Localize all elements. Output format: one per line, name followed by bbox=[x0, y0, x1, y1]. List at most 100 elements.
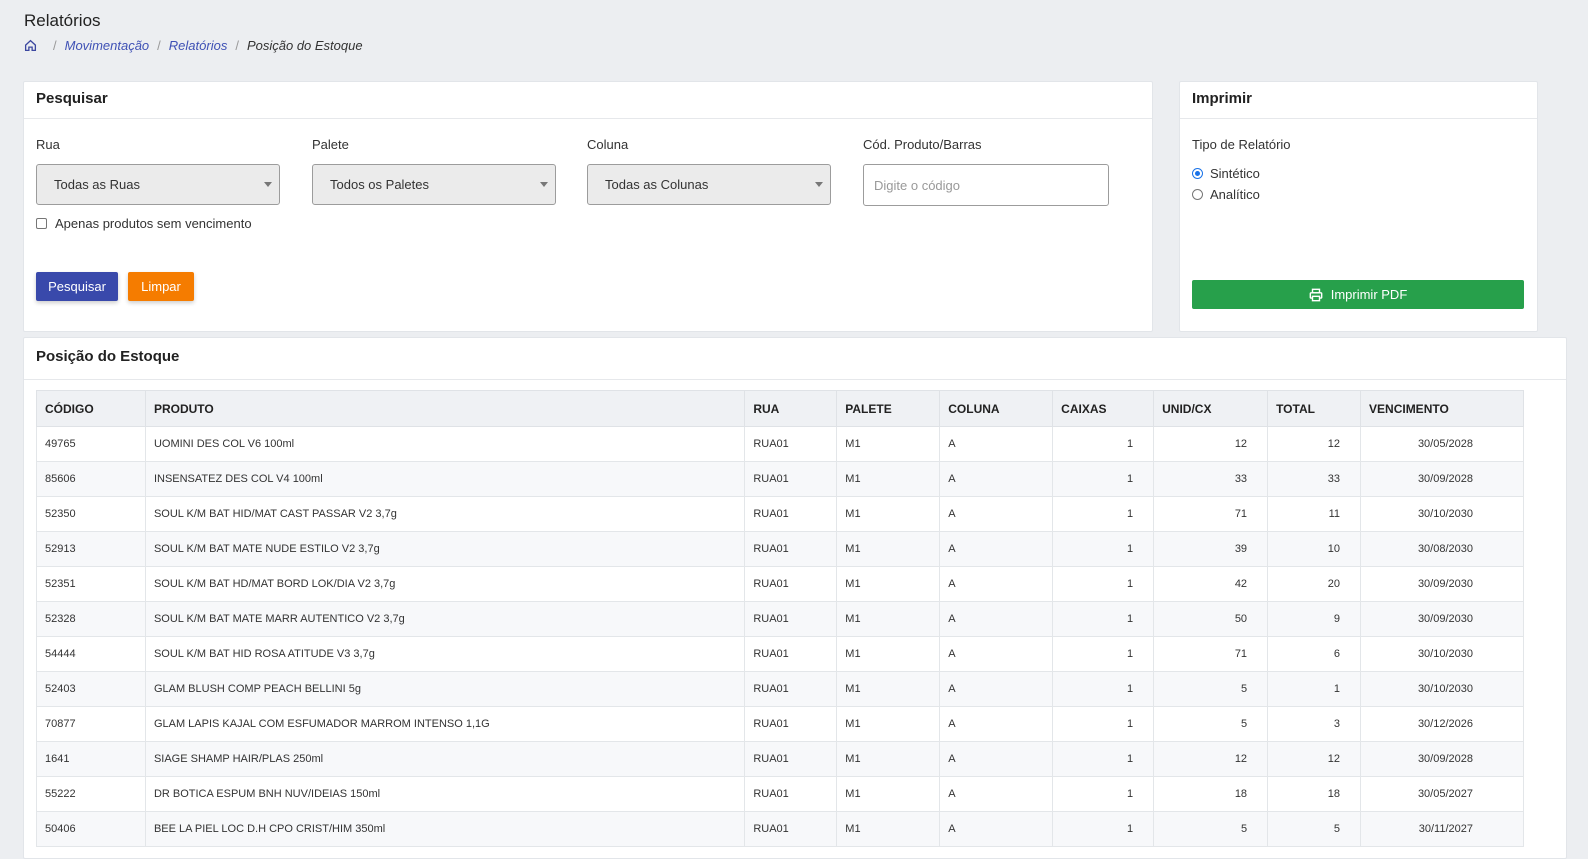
table-row[interactable]: 52328 SOUL K/M BAT MATE MARR AUTENTICO V2… bbox=[36, 601, 1524, 637]
cell-coluna: A bbox=[939, 776, 1054, 812]
cell-codigo: 52351 bbox=[36, 566, 146, 602]
rua-label: Rua bbox=[36, 137, 60, 152]
coluna-select-value: Todas as Colunas bbox=[605, 177, 709, 192]
cell-codigo: 52403 bbox=[36, 671, 146, 707]
column-header-unid-cx[interactable]: UNID/CX bbox=[1153, 390, 1269, 427]
cell-caixas: 1 bbox=[1052, 426, 1155, 462]
chevron-down-icon bbox=[540, 182, 548, 187]
cell-total: 6 bbox=[1267, 636, 1362, 672]
cell-vencimento: 30/05/2028 bbox=[1360, 426, 1524, 462]
cell-produto: BEE LA PIEL LOC D.H CPO CRIST/HIM 350ml bbox=[144, 811, 746, 847]
breadcrumb-link-relatorios[interactable]: Relatórios bbox=[169, 38, 228, 53]
column-header-total[interactable]: TOTAL bbox=[1267, 390, 1362, 427]
column-header-rua[interactable]: RUA bbox=[744, 390, 838, 427]
table-row[interactable]: 52913 SOUL K/M BAT MATE NUDE ESTILO V2 3,… bbox=[36, 531, 1524, 567]
cell-palete: M1 bbox=[836, 566, 941, 602]
table-row[interactable]: 85606 INSENSATEZ DES COL V4 100ml RUA01 M1 A… bbox=[36, 461, 1524, 497]
cell-caixas: 1 bbox=[1052, 671, 1155, 707]
breadcrumb: / Movimentação / Relatórios / Posição do… bbox=[24, 38, 363, 53]
cell-rua: RUA01 bbox=[744, 461, 838, 497]
cell-caixas: 1 bbox=[1052, 566, 1155, 602]
cell-unid-cx: 71 bbox=[1153, 496, 1269, 532]
cell-rua: RUA01 bbox=[744, 531, 838, 567]
clear-button[interactable]: Limpar bbox=[128, 272, 194, 301]
cell-total: 12 bbox=[1267, 741, 1362, 777]
cell-rua: RUA01 bbox=[744, 671, 838, 707]
codigo-input[interactable] bbox=[863, 164, 1109, 206]
table-row[interactable]: 52403 GLAM BLUSH COMP PEACH BELLINI 5g RUA… bbox=[36, 671, 1524, 707]
print-pdf-button[interactable]: Imprimir PDF bbox=[1192, 280, 1524, 309]
breadcrumb-separator: / bbox=[53, 38, 57, 53]
cell-palete: M1 bbox=[836, 741, 941, 777]
cell-palete: M1 bbox=[836, 601, 941, 637]
stock-panel-title: Posição do Estoque bbox=[24, 338, 1566, 380]
cell-palete: M1 bbox=[836, 811, 941, 847]
radio-option-analitico[interactable]: Analítico bbox=[1192, 187, 1260, 202]
coluna-select[interactable]: Todas as Colunas bbox=[587, 164, 831, 205]
rua-select[interactable]: Todas as Ruas bbox=[36, 164, 280, 205]
cell-coluna: A bbox=[939, 811, 1054, 847]
cell-unid-cx: 50 bbox=[1153, 601, 1269, 637]
cell-vencimento: 30/10/2030 bbox=[1360, 636, 1524, 672]
column-header-codigo[interactable]: CÓDIGO bbox=[36, 390, 146, 427]
cell-vencimento: 30/05/2027 bbox=[1360, 776, 1524, 812]
cell-coluna: A bbox=[939, 671, 1054, 707]
radio-analitico[interactable] bbox=[1192, 189, 1203, 200]
cell-coluna: A bbox=[939, 741, 1054, 777]
cell-palete: M1 bbox=[836, 461, 941, 497]
palete-select[interactable]: Todos os Paletes bbox=[312, 164, 556, 205]
cell-palete: M1 bbox=[836, 776, 941, 812]
cell-unid-cx: 12 bbox=[1153, 426, 1269, 462]
cell-total: 5 bbox=[1267, 811, 1362, 847]
cell-produto: SOUL K/M BAT HD/MAT BORD LOK/DIA V2 3,7g bbox=[144, 566, 746, 602]
breadcrumb-current: Posição do Estoque bbox=[246, 38, 363, 53]
radio-sintetico-label: Sintético bbox=[1210, 166, 1260, 181]
radio-option-sintetico[interactable]: Sintético bbox=[1192, 166, 1260, 181]
cell-total: 12 bbox=[1267, 426, 1362, 462]
table-row[interactable]: 54444 SOUL K/M BAT HID ROSA ATITUDE V3 3,… bbox=[36, 636, 1524, 672]
sem-vencimento-checkbox-row[interactable]: Apenas produtos sem vencimento bbox=[36, 216, 252, 231]
cell-caixas: 1 bbox=[1052, 496, 1155, 532]
search-panel: Pesquisar Rua Todas as Ruas Palete Todos… bbox=[23, 81, 1153, 332]
cell-produto: INSENSATEZ DES COL V4 100ml bbox=[144, 461, 746, 497]
cell-codigo: 55222 bbox=[36, 776, 146, 812]
column-header-produto[interactable]: PRODUTO bbox=[144, 390, 746, 427]
sem-vencimento-checkbox[interactable] bbox=[36, 218, 47, 229]
cell-codigo: 1641 bbox=[36, 741, 146, 777]
cell-produto: SOUL K/M BAT HID ROSA ATITUDE V3 3,7g bbox=[144, 636, 746, 672]
column-header-caixas[interactable]: CAIXAS bbox=[1052, 390, 1155, 427]
cell-caixas: 1 bbox=[1052, 811, 1155, 847]
column-header-coluna[interactable]: COLUNA bbox=[939, 390, 1054, 427]
home-icon[interactable] bbox=[24, 39, 37, 52]
rua-select-value: Todas as Ruas bbox=[54, 177, 140, 192]
cell-unid-cx: 5 bbox=[1153, 706, 1269, 742]
column-header-vencimento[interactable]: VENCIMENTO bbox=[1360, 390, 1524, 427]
cell-total: 11 bbox=[1267, 496, 1362, 532]
table-row[interactable]: 70877 GLAM LAPIS KAJAL COM ESFUMADOR MARR… bbox=[36, 706, 1524, 742]
table-row[interactable]: 50406 BEE LA PIEL LOC D.H CPO CRIST/HIM 3… bbox=[36, 811, 1524, 847]
cell-produto: SIAGE SHAMP HAIR/PLAS 250ml bbox=[144, 741, 746, 777]
column-header-palete[interactable]: PALETE bbox=[836, 390, 941, 427]
cell-unid-cx: 18 bbox=[1153, 776, 1269, 812]
cell-codigo: 70877 bbox=[36, 706, 146, 742]
radio-sintetico[interactable] bbox=[1192, 168, 1203, 179]
cell-rua: RUA01 bbox=[744, 426, 838, 462]
table-row[interactable]: 52350 SOUL K/M BAT HID/MAT CAST PASSAR V2… bbox=[36, 496, 1524, 532]
table-row[interactable]: 55222 DR BOTICA ESPUM BNH NUV/IDEIAS 150m… bbox=[36, 776, 1524, 812]
table-row[interactable]: 49765 UOMINI DES COL V6 100ml RUA01 M1 A 1 12 1… bbox=[36, 426, 1524, 462]
breadcrumb-separator: / bbox=[157, 38, 161, 53]
cell-vencimento: 30/09/2030 bbox=[1360, 566, 1524, 602]
cell-codigo: 52350 bbox=[36, 496, 146, 532]
cell-codigo: 49765 bbox=[36, 426, 146, 462]
cell-rua: RUA01 bbox=[744, 601, 838, 637]
report-type-label: Tipo de Relatório bbox=[1192, 137, 1291, 152]
search-button[interactable]: Pesquisar bbox=[36, 272, 118, 301]
cell-produto: UOMINI DES COL V6 100ml bbox=[144, 426, 746, 462]
table-row[interactable]: 1641 SIAGE SHAMP HAIR/PLAS 250ml RUA01 M1 A 1… bbox=[36, 741, 1524, 777]
cell-vencimento: 30/10/2030 bbox=[1360, 671, 1524, 707]
chevron-down-icon bbox=[815, 182, 823, 187]
cell-unid-cx: 42 bbox=[1153, 566, 1269, 602]
cell-rua: RUA01 bbox=[744, 776, 838, 812]
breadcrumb-link-movimentacao[interactable]: Movimentação bbox=[65, 38, 150, 53]
table-row[interactable]: 52351 SOUL K/M BAT HD/MAT BORD LOK/DIA V2… bbox=[36, 566, 1524, 602]
